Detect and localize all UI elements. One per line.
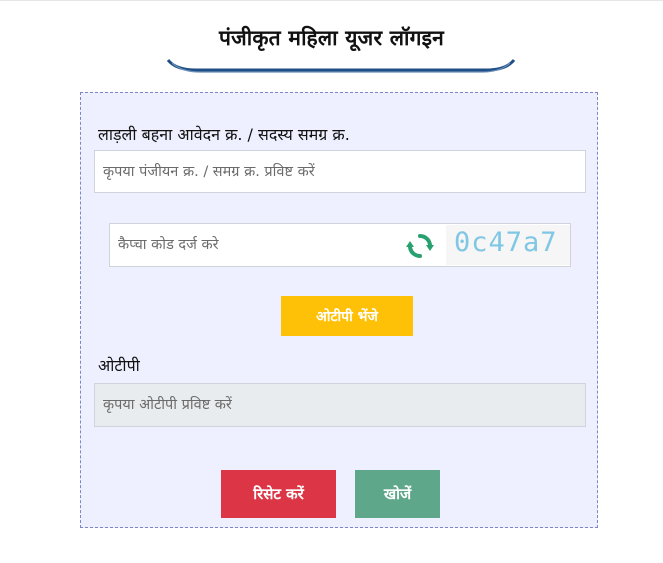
otp-input[interactable] xyxy=(94,383,586,427)
captcha-image: 0c47a7 xyxy=(446,225,570,265)
title-underline xyxy=(166,58,516,73)
captcha-code: 0c47a7 xyxy=(454,227,558,258)
login-card: लाड़ली बहना आवेदन क्र. / सदस्य समग्र क्र… xyxy=(80,92,598,528)
registration-number-input[interactable] xyxy=(94,150,586,193)
search-button[interactable]: खोजें xyxy=(355,470,440,518)
refresh-icon[interactable] xyxy=(405,231,435,261)
otp-field-label: ओटीपी xyxy=(98,356,140,375)
captcha-group: 0c47a7 xyxy=(109,223,571,267)
id-field-label: लाड़ली बहना आवेदन क्र. / सदस्य समग्र क्र… xyxy=(98,125,350,144)
top-divider xyxy=(0,0,663,1)
page-title: पंजीकृत महिला यूजर लॉगइन xyxy=(218,26,445,50)
reset-button[interactable]: रिसेट करें xyxy=(221,470,336,518)
send-otp-button[interactable]: ओटीपी भेंजे xyxy=(281,296,413,336)
captcha-input[interactable] xyxy=(110,224,400,266)
page-title-wrap: पंजीकृत महिला यूजर लॉगइन xyxy=(0,24,663,52)
